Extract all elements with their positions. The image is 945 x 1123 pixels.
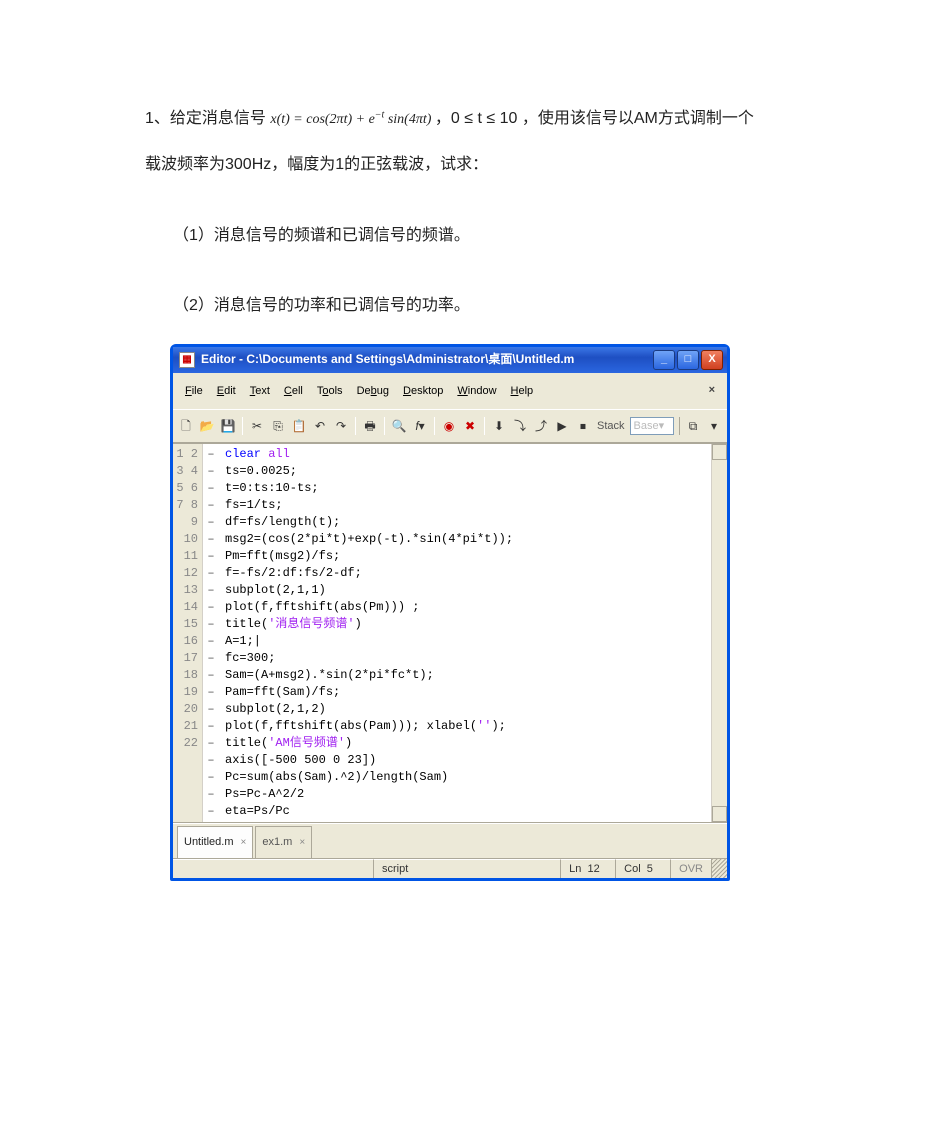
save-icon[interactable]: 💾 [219,417,237,435]
breakpoint-clear-icon[interactable]: ✖ [461,417,479,435]
open-icon[interactable]: 📂 [198,417,216,435]
window-title: Editor - C:\Documents and Settings\Admin… [201,345,653,374]
separator [242,417,243,435]
step-icon[interactable]: ⬇ [490,417,508,435]
status-script: script [373,859,560,878]
resize-grip[interactable] [711,859,727,878]
breakpoint-set-icon[interactable]: ◉ [440,417,458,435]
tab-label: ex1.m [262,829,292,855]
separator [434,417,435,435]
problem-line2: 载波频率为300Hz，幅度为1的正弦载波，试求： [145,146,815,184]
continue-icon[interactable]: ▶ [553,417,571,435]
file-tabs: Untitled.m× ex1.m× [173,823,727,857]
editor-window: ▦ Editor - C:\Documents and Settings\Adm… [170,344,730,881]
minimize-button[interactable]: _ [653,350,675,370]
print-icon[interactable]: 🖶 [361,417,379,435]
step-out-icon[interactable]: ⤴ [532,417,550,435]
status-bar: script Ln 12 Col 5 OVR [173,858,727,878]
stack-label: Stack [595,413,627,439]
cut-icon[interactable]: ✂ [248,417,266,435]
menu-cell[interactable]: Cell [278,376,309,406]
tab-close-icon[interactable]: × [296,831,305,855]
status-line: Ln 12 [560,859,615,878]
stack-select[interactable]: Base ▾ [630,417,674,435]
status-ovr: OVR [670,859,711,878]
code-area[interactable]: clear all ts=0.0025; t=0:ts:10-ts; fs=1/… [219,444,711,822]
text: ，0 ≤ t ≤ 10 ，使用该信号以AM方式调制一个 [435,110,754,127]
dock-icon[interactable]: ⧉ [684,417,702,435]
function-icon[interactable]: f▾ [411,417,429,435]
tab-label: Untitled.m [184,829,234,855]
maximize-button[interactable]: □ [677,350,699,370]
doc-close-icon[interactable]: × [703,375,721,405]
tab-close-icon[interactable]: × [238,831,247,855]
app-icon: ▦ [179,352,195,368]
new-icon[interactable]: 🗋 [177,417,195,435]
close-button[interactable]: X [701,350,723,370]
line-number-gutter: 1 2 3 4 5 6 7 8 9 10 11 12 13 14 15 16 1… [173,444,203,822]
status-col: Col 5 [615,859,670,878]
separator [484,417,485,435]
menu-help[interactable]: Help [505,376,540,406]
menu-edit[interactable]: Edit [211,376,242,406]
tab-ex1[interactable]: ex1.m× [255,826,312,857]
step-in-icon[interactable]: ⤵ [511,417,529,435]
undo-icon[interactable]: ↶ [311,417,329,435]
formula: x(t) = cos(2πt) + e−t sin(4πt) [270,112,435,127]
breakpoint-gutter[interactable]: – – – – – – – – – – – – – – – – – – – – … [203,444,219,822]
menu-window[interactable]: Window [451,376,502,406]
question-2: （2）消息信号的功率和已调信号的功率。 [145,287,815,325]
separator [355,417,356,435]
copy-icon[interactable]: ⎘ [269,417,287,435]
menu-tools[interactable]: Tools [311,376,349,406]
menu-bar: File Edit Text Cell Tools Debug Desktop … [173,373,727,409]
editor-body: 1 2 3 4 5 6 7 8 9 10 11 12 13 14 15 16 1… [173,443,727,823]
menu-file[interactable]: File [179,376,209,406]
vertical-scrollbar[interactable] [711,444,727,822]
toolbar: 🗋 📂 💾 ✂ ⎘ 📋 ↶ ↷ 🖶 🔍 f▾ ◉ ✖ ⬇ ⤵ ⤴ ▶ ⏹ Sta… [173,409,727,443]
document-body: 1、给定消息信号 x(t) = cos(2πt) + e−t sin(4πt) … [0,0,945,921]
menu-desktop[interactable]: Desktop [397,376,449,406]
stop-icon[interactable]: ⏹ [574,417,592,435]
find-icon[interactable]: 🔍 [390,417,408,435]
text: 1、给定消息信号 [145,110,266,127]
status-empty [173,859,373,878]
separator [384,417,385,435]
menu-text[interactable]: Text [244,376,276,406]
tab-untitled[interactable]: Untitled.m× [177,826,253,857]
dropdown-icon[interactable]: ▾ [705,417,723,435]
paste-icon[interactable]: 📋 [290,417,308,435]
title-bar[interactable]: ▦ Editor - C:\Documents and Settings\Adm… [173,347,727,373]
redo-icon[interactable]: ↷ [332,417,350,435]
menu-debug[interactable]: Debug [351,376,395,406]
problem-line1: 1、给定消息信号 x(t) = cos(2πt) + e−t sin(4πt) … [145,100,815,138]
question-1: （1）消息信号的频谱和已调信号的频谱。 [145,217,815,255]
